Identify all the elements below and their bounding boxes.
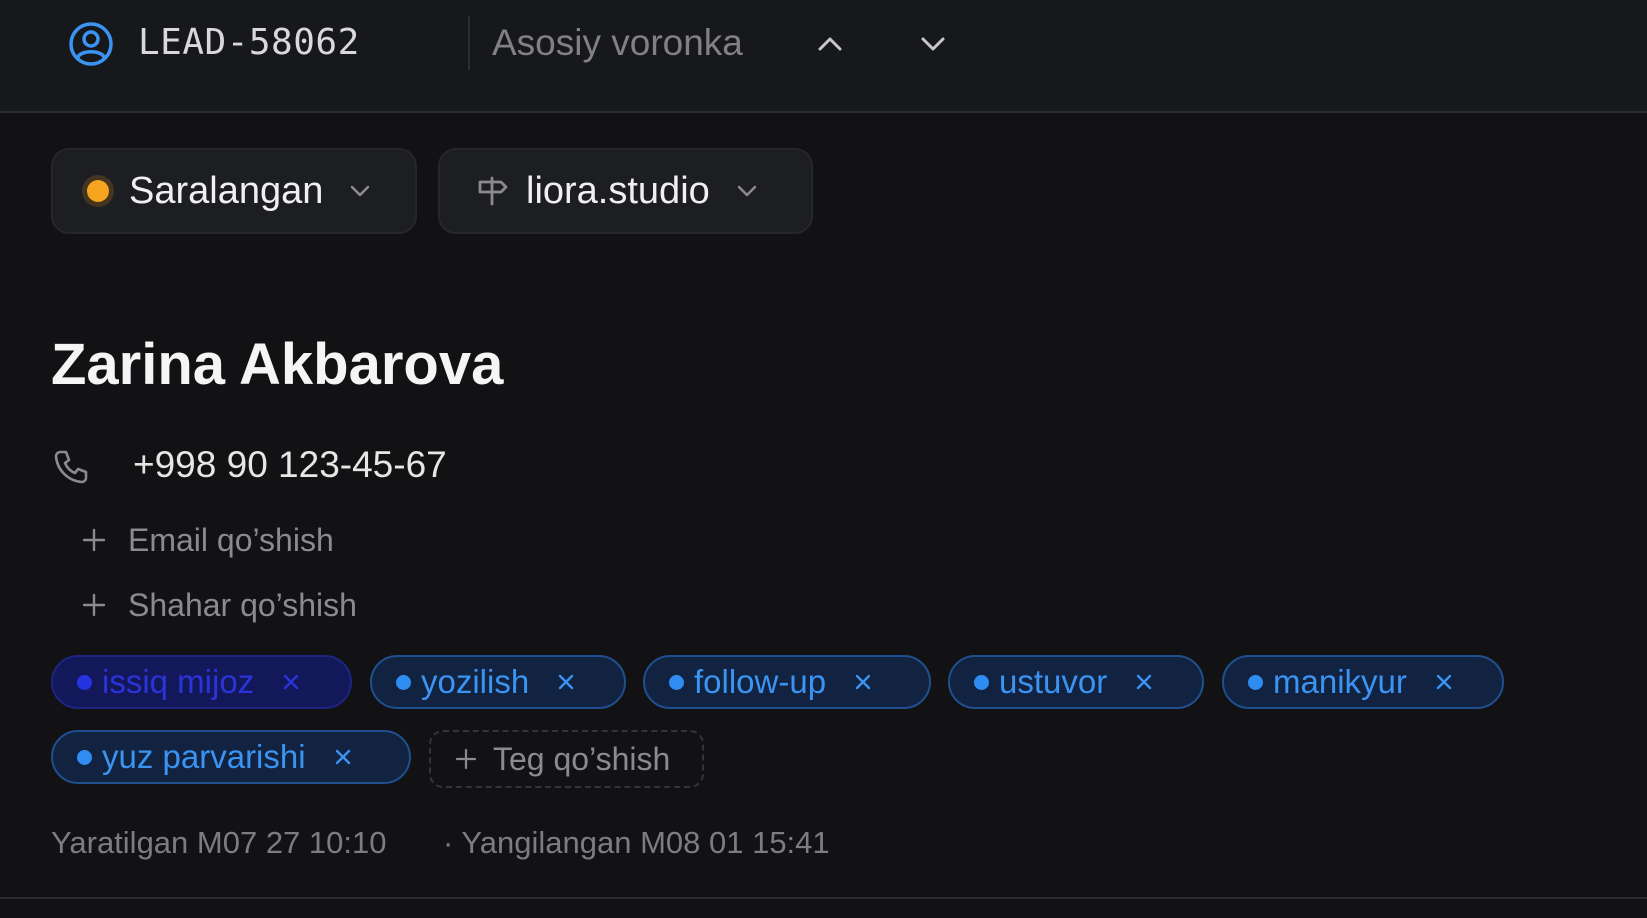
add-tag-button[interactable]: Teg qo’shish bbox=[429, 730, 704, 788]
tag-dot bbox=[1248, 674, 1263, 690]
close-icon bbox=[1137, 674, 1152, 690]
status-dropdown[interactable]: Saralangan bbox=[51, 148, 417, 234]
remove-tag-button[interactable] bbox=[1435, 673, 1453, 691]
close-icon bbox=[855, 674, 871, 690]
close-icon bbox=[335, 749, 350, 765]
tag-chip[interactable]: manikyur bbox=[1222, 655, 1504, 709]
plus-icon bbox=[80, 591, 108, 619]
remove-tag-button[interactable] bbox=[282, 673, 300, 691]
add-city-button[interactable]: Shahar qo’shish bbox=[80, 583, 357, 627]
updated-timestamp: · Yangilangan M08 01 15:41 bbox=[443, 825, 830, 860]
chevron-down-icon bbox=[734, 178, 760, 204]
chevron-down-icon bbox=[921, 37, 945, 51]
lead-id: LEAD-58062 bbox=[138, 22, 360, 63]
tag-dot bbox=[77, 749, 92, 765]
add-email-label: Email qo’shish bbox=[128, 522, 334, 558]
created-timestamp: Yaratilgan M07 27 10:10 bbox=[51, 825, 387, 860]
previous-lead-button[interactable] bbox=[806, 20, 854, 68]
phone-icon bbox=[54, 450, 88, 484]
source-dropdown[interactable]: liora.studio bbox=[438, 148, 813, 234]
close-icon bbox=[284, 674, 299, 690]
status-label: Saralangan bbox=[129, 170, 324, 212]
tag-dot bbox=[974, 674, 989, 690]
add-email-button[interactable]: Email qo’shish bbox=[80, 518, 334, 562]
section-divider bbox=[0, 897, 1647, 899]
pipeline-name: Asosiy voronka bbox=[492, 22, 743, 63]
signpost-icon bbox=[474, 173, 510, 209]
plus-icon bbox=[455, 748, 477, 770]
header-divider bbox=[468, 16, 470, 70]
tag-label: manikyur bbox=[1273, 663, 1407, 700]
tag-label: ustuvor bbox=[999, 663, 1108, 700]
tag-chip[interactable]: follow-up bbox=[643, 655, 931, 709]
plus-icon bbox=[80, 526, 108, 554]
phone-number[interactable]: +998 90 123-45-67 bbox=[133, 440, 447, 490]
close-icon bbox=[559, 674, 574, 690]
tag-dot bbox=[669, 674, 684, 690]
chevron-down-icon bbox=[347, 178, 373, 204]
tag-chip[interactable]: ustuvor bbox=[948, 655, 1204, 709]
tag-chip[interactable]: yuz parvarishi bbox=[51, 730, 411, 784]
user-circle-icon bbox=[69, 22, 113, 66]
chevron-up-icon bbox=[818, 37, 842, 51]
tag-label: follow-up bbox=[694, 663, 827, 700]
tag-label: yozilish bbox=[421, 663, 530, 700]
remove-tag-button[interactable] bbox=[1135, 673, 1153, 691]
remove-tag-button[interactable] bbox=[854, 673, 872, 691]
remove-tag-button[interactable] bbox=[557, 673, 575, 691]
tag-label: yuz parvarishi bbox=[102, 738, 306, 775]
tag-dot bbox=[396, 674, 411, 690]
remove-tag-button[interactable] bbox=[334, 748, 352, 766]
contact-name: Zarina Akbarova bbox=[51, 332, 504, 397]
source-label: liora.studio bbox=[526, 170, 710, 212]
tag-label: issiq mijoz bbox=[102, 663, 255, 700]
next-lead-button[interactable] bbox=[909, 20, 957, 68]
add-city-label: Shahar qo’shish bbox=[128, 587, 357, 623]
tag-chip[interactable]: yozilish bbox=[370, 655, 626, 709]
tag-dot bbox=[77, 674, 92, 690]
lead-header: LEAD-58062 Asosiy voronka bbox=[0, 0, 1647, 113]
close-icon bbox=[1436, 674, 1452, 690]
status-dot bbox=[87, 180, 109, 202]
tag-chip[interactable]: issiq mijoz bbox=[51, 655, 352, 709]
add-tag-label: Teg qo’shish bbox=[493, 741, 671, 777]
